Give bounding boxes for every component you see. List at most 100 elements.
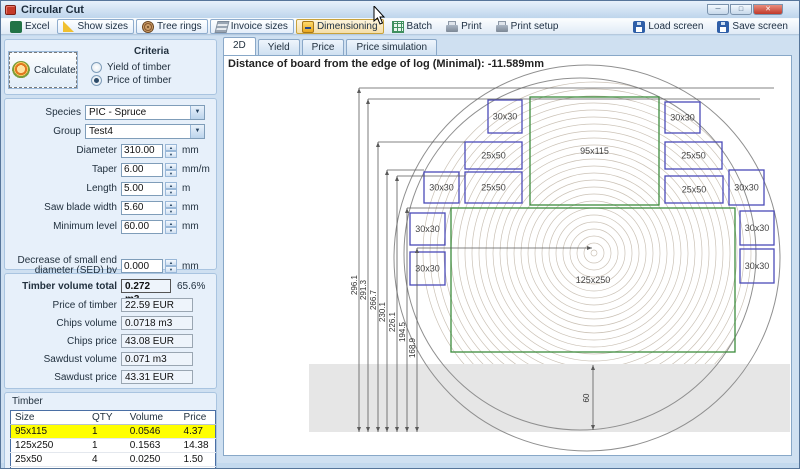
unit-label: mm [182, 221, 199, 232]
spin-down-icon[interactable]: ▼ [165, 208, 177, 215]
chevron-down-icon[interactable]: ▼ [190, 106, 204, 119]
toolbar-button-invoice-sizes[interactable]: Invoice sizes [210, 19, 294, 34]
board-size-label: 25x50 [681, 151, 706, 161]
dropdown-value: PIC - Spruce [86, 107, 190, 118]
close-button[interactable]: ✕ [753, 4, 783, 15]
cell-size: 25x50 [11, 453, 88, 467]
form-row-length: Length▲▼m [5, 179, 216, 198]
tab-2d[interactable]: 2D [223, 37, 256, 55]
input-saw-blade-width[interactable] [121, 201, 163, 215]
toolbar-button-batch[interactable]: Batch [386, 19, 439, 34]
cell-price: 4.37 [180, 425, 216, 439]
spin-down-icon[interactable]: ▼ [165, 170, 177, 177]
spin-up-icon[interactable]: ▲ [165, 220, 177, 227]
spinner-decrease[interactable]: ▲▼ [165, 259, 177, 273]
timber-row-95x115[interactable]: 95x11510.05464.37 [11, 425, 216, 439]
spin-down-icon[interactable]: ▼ [165, 227, 177, 234]
toolbar-button-show-sizes[interactable]: Show sizes [57, 19, 134, 34]
toolbar-button-label: Show sizes [77, 21, 128, 32]
toolbar-button-label: Print [461, 21, 482, 32]
spin-up-icon[interactable]: ▲ [165, 163, 177, 170]
show-sizes-icon [63, 21, 74, 32]
spinner-taper[interactable]: ▲▼ [165, 163, 177, 177]
spin-up-icon[interactable]: ▲ [165, 144, 177, 151]
result-suffix: 65.6% [177, 281, 205, 292]
cell-price: 1.50 [180, 453, 216, 467]
dimension-label: 168.9 [408, 337, 417, 358]
timber-table: SizeQTYVolumePrice95x11510.05464.37125x2… [10, 410, 216, 469]
field-label: Group [5, 127, 81, 137]
toolbar-button-label: Dimensioning [317, 21, 378, 32]
toolbar-button-save-screen[interactable]: Save screen [711, 19, 794, 34]
dimension-label: 266.7 [369, 289, 378, 310]
spinner-saw[interactable]: ▲▼ [165, 201, 177, 215]
minimize-button[interactable]: ─ [707, 4, 729, 15]
result-value: 22.59 EUR [121, 298, 193, 312]
dropdown-species[interactable]: PIC - Spruce▼ [85, 105, 205, 120]
dimension-label: 230.1 [378, 301, 387, 322]
2d-canvas: Distance of board from the edge of log (… [223, 55, 792, 456]
spin-up-icon[interactable]: ▲ [165, 259, 177, 266]
invoice-sizes-icon [214, 21, 229, 33]
input-minimum-level[interactable] [121, 220, 163, 234]
spin-down-icon[interactable]: ▼ [165, 189, 177, 196]
timber-section-title: Timber [12, 396, 211, 407]
spin-down-icon[interactable]: ▼ [165, 151, 177, 158]
input-length[interactable] [121, 182, 163, 196]
view-tabs: 2DYieldPricePrice simulation [223, 37, 439, 55]
result-label: Sawdust volume [5, 354, 117, 365]
spin-up-icon[interactable]: ▲ [165, 182, 177, 189]
column-header-size: Size [11, 411, 88, 425]
field-label: Length [5, 184, 117, 194]
result-value: 0.071 m3 [121, 352, 193, 366]
cell-size: 125x250 [11, 439, 88, 453]
minimum-level-band [309, 364, 790, 432]
board-size-label: 125x250 [576, 275, 611, 285]
input-taper[interactable] [121, 163, 163, 177]
spinner-minimum[interactable]: ▲▼ [165, 220, 177, 234]
toolbar-button-label: Batch [407, 21, 433, 32]
criteria-group: Criteria Yield of timberPrice of timber [77, 46, 212, 88]
criteria-option-yield-of-timber[interactable]: Yield of timber [91, 62, 171, 73]
chevron-down-icon[interactable]: ▼ [190, 125, 204, 138]
tab-price[interactable]: Price [302, 39, 345, 55]
cell-qty: 4 [88, 453, 126, 467]
toolbar-button-tree-rings[interactable]: Tree rings [136, 19, 208, 34]
tab-price-simulation[interactable]: Price simulation [346, 39, 437, 55]
spin-up-icon[interactable]: ▲ [165, 201, 177, 208]
result-row-sawdust-volume: Sawdust volume 0.071 m3 [5, 352, 216, 366]
unit-label: mm [182, 202, 199, 213]
window-title: Circular Cut [21, 4, 84, 16]
result-value: 0.272 m3 [121, 279, 171, 293]
spin-down-icon[interactable]: ▼ [165, 266, 177, 273]
toolbar-button-dimensioning[interactable]: Dimensioning [296, 19, 384, 34]
dimension-label: 194.5 [398, 321, 407, 342]
spinner-length[interactable]: ▲▼ [165, 182, 177, 196]
log-cut-diagram: 95x115125x25030x3025x5030x3025x5030x3025… [224, 56, 792, 456]
column-header-volume: Volume [126, 411, 180, 425]
cell-volume: 0.0546 [126, 425, 180, 439]
form-row-taper: Taper▲▼mm/m [5, 160, 216, 179]
timber-row-125x250[interactable]: 125x25010.156314.38 [11, 439, 216, 453]
maximize-button[interactable]: □ [730, 4, 752, 15]
input-decrease-of-small-end-diameter-sed-by[interactable] [121, 259, 163, 273]
tab-yield[interactable]: Yield [258, 39, 300, 55]
form-row-saw: Saw blade width▲▼mm [5, 198, 216, 217]
spinner-diameter[interactable]: ▲▼ [165, 144, 177, 158]
form-row-species: SpeciesPIC - Spruce▼ [5, 103, 216, 122]
toolbar-button-print[interactable]: Print [440, 19, 488, 34]
criteria-option-price-of-timber[interactable]: Price of timber [91, 75, 171, 86]
input-diameter[interactable] [121, 144, 163, 158]
result-label: Chips volume [5, 318, 117, 329]
board-size-label: 30x30 [493, 112, 518, 122]
timber-row-25x50[interactable]: 25x5040.02501.50 [11, 453, 216, 467]
cell-price: 14.38 [180, 439, 216, 453]
toolbar-button-print-setup[interactable]: Print setup [490, 19, 565, 34]
toolbar-button-label: Invoice sizes [231, 21, 288, 32]
unit-label: mm/m [182, 164, 210, 175]
dropdown-group[interactable]: Test4▼ [85, 124, 205, 139]
calculate-button[interactable]: Calculate [9, 52, 77, 88]
toolbar-button-excel[interactable]: Excel [4, 19, 55, 34]
toolbar-button-load-screen[interactable]: Load screen [627, 19, 709, 34]
result-row-chips-volume: Chips volume0.0718 m3 [5, 316, 216, 330]
